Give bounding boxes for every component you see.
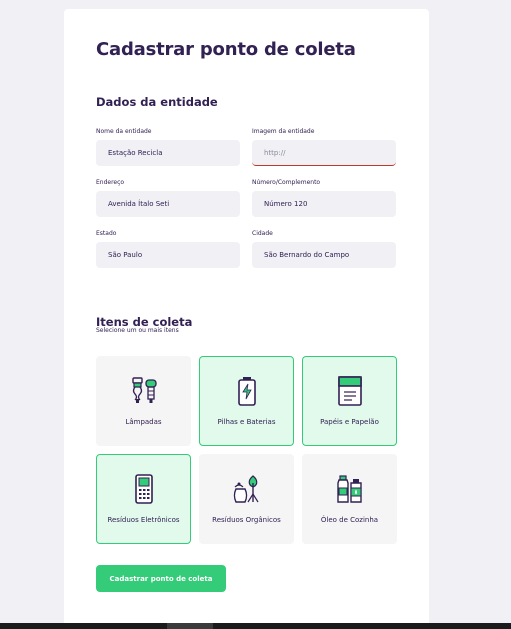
name-label: Nome da entidade: [96, 128, 152, 135]
item-organic-waste[interactable]: Resíduos Orgânicos: [199, 454, 294, 544]
electronics-icon: [134, 474, 153, 504]
name-field[interactable]: Estação Recicla: [96, 140, 240, 166]
submit-button[interactable]: Cadastrar ponto de coleta: [96, 565, 226, 592]
battery-icon: [237, 377, 256, 406]
address-field[interactable]: Avenida Ítalo Seti: [96, 191, 240, 217]
organic-waste-icon: [233, 475, 259, 503]
item-electronics[interactable]: Resíduos Eletrônicos: [96, 454, 191, 544]
item-cooking-oil[interactable]: Óleo de Cozinha: [302, 454, 397, 544]
item-label: Resíduos Eletrônicos: [107, 516, 180, 524]
state-label: Estado: [96, 230, 117, 237]
item-paper[interactable]: Papéis e Papelão: [302, 356, 397, 446]
item-lamps[interactable]: Lâmpadas: [96, 356, 191, 446]
city-select[interactable]: São Bernardo do Campo: [252, 242, 396, 268]
item-label: Pilhas e Baterias: [217, 418, 276, 426]
item-label: Lâmpadas: [125, 418, 162, 426]
image-label: Imagem da entidade: [252, 128, 315, 135]
image-url-field[interactable]: http://: [252, 140, 396, 166]
item-label: Resíduos Orgânicos: [212, 516, 281, 524]
city-label: Cidade: [252, 230, 273, 237]
number-label: Número/Complemento: [252, 179, 321, 186]
form-card: Cadastrar ponto de coleta Dados da entid…: [64, 9, 429, 629]
taskbar: [0, 623, 511, 629]
entity-section-title: Dados da entidade: [96, 95, 218, 109]
number-field[interactable]: Número 120: [252, 191, 396, 217]
page-title: Cadastrar ponto de coleta: [96, 39, 356, 60]
taskbar-item[interactable]: [167, 623, 213, 629]
address-label: Endereço: [96, 179, 125, 186]
item-batteries[interactable]: Pilhas e Baterias: [199, 356, 294, 446]
cooking-oil-icon: [336, 475, 362, 503]
item-label: Papéis e Papelão: [320, 418, 379, 426]
paper-icon: [337, 376, 362, 406]
items-subtitle: Selecione um ou mais itens: [96, 327, 179, 334]
lamps-icon: [131, 377, 157, 403]
state-select[interactable]: São Paulo: [96, 242, 240, 268]
item-label: Óleo de Cozinha: [320, 516, 379, 524]
